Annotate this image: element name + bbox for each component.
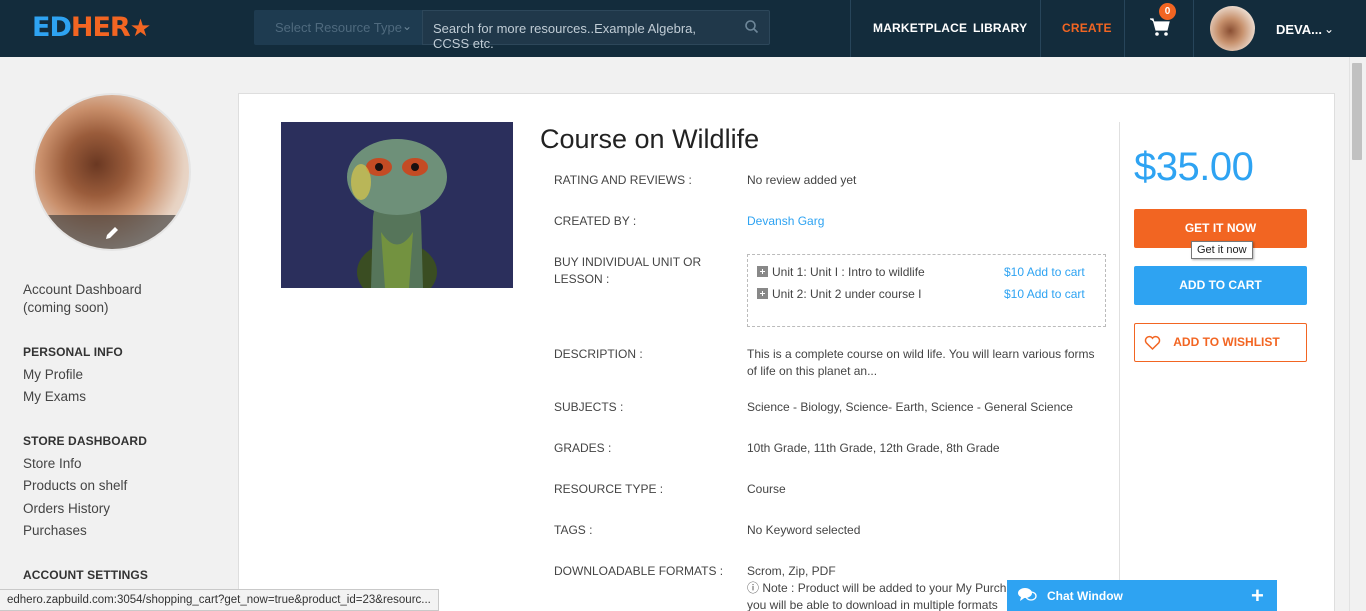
formats-value: Scrom, Zip, PDF <box>747 564 836 578</box>
edhero-logo[interactable]: EDHER★ <box>32 12 151 43</box>
logo-hero-text: HER <box>70 12 131 43</box>
label-resource-type: RESOURCE TYPE : <box>554 482 664 496</box>
sidebar-heading-store-dashboard: STORE DASHBOARD <box>23 434 147 448</box>
label-downloadable-formats: DOWNLOADABLE FORMATS : <box>554 564 724 578</box>
formats-note-line-2: you will be able to download in multiple… <box>747 598 998 611</box>
unit-add-to-cart-link[interactable]: $10 Add to cart <box>1004 265 1085 279</box>
nav-create[interactable]: CREATE <box>1062 21 1112 35</box>
unit-item[interactable]: Unit 2: Unit 2 under course I <box>757 287 921 301</box>
chat-expand-plus-icon[interactable]: + <box>1251 583 1264 609</box>
logo-star-icon: ★ <box>129 14 151 42</box>
label-rating: RATING AND REVIEWS : <box>554 173 692 187</box>
get-it-now-tooltip: Get it now <box>1191 241 1253 259</box>
search-input[interactable]: Search for more resources..Example Algeb… <box>433 21 733 51</box>
cart-count-badge: 0 <box>1159 3 1176 20</box>
search-icon[interactable] <box>743 18 761 36</box>
unit-name: Unit 1: Unit I : Intro to wildlife <box>772 265 925 279</box>
formats-note-line-1: ⓘ Note : Product will be added to your M… <box>747 580 1006 597</box>
chevron-down-icon: ⌄ <box>401 19 412 33</box>
chevron-down-icon[interactable]: ⌄ <box>1324 22 1334 36</box>
chat-window-label[interactable]: Chat Window <box>1047 589 1123 603</box>
browser-status-url: edhero.zapbuild.com:3054/shopping_cart?g… <box>0 589 439 611</box>
scrollbar-thumb[interactable] <box>1352 63 1362 160</box>
course-price: $35.00 <box>1134 145 1254 189</box>
purchase-divider <box>1119 122 1120 611</box>
chat-bubbles-icon <box>1018 588 1037 601</box>
heart-icon <box>1144 335 1161 351</box>
sidebar-item-account-dashboard[interactable]: Account Dashboard <box>23 281 142 299</box>
label-subjects: SUBJECTS : <box>554 400 624 414</box>
sidebar-heading-account-settings: ACCOUNT SETTINGS <box>23 568 148 582</box>
nav-library[interactable]: LIBRARY <box>973 21 1027 35</box>
sidebar-coming-soon-note: (coming soon) <box>23 300 109 315</box>
formats-note-text: Note : Product will be added to your My … <box>762 581 1007 595</box>
nav-divider <box>1124 0 1125 57</box>
rating-value: No review added yet <box>747 173 857 187</box>
label-grades: GRADES : <box>554 441 612 455</box>
resource-type-select[interactable]: Select Resource Type ⌄ <box>254 10 422 45</box>
nav-divider <box>1193 0 1194 57</box>
resource-type-placeholder: Select Resource Type <box>275 20 402 35</box>
search-bar[interactable]: Search for more resources..Example Algeb… <box>422 10 770 51</box>
description-line-2: of life on this planet an... <box>747 364 878 378</box>
label-created-by: CREATED BY : <box>554 214 637 228</box>
resource-type-value: Course <box>747 482 786 496</box>
nav-divider <box>1040 0 1041 57</box>
sidebar-item-my-profile[interactable]: My Profile <box>23 366 83 384</box>
label-description: DESCRIPTION : <box>554 347 643 361</box>
user-name[interactable]: DEVA... <box>1276 22 1322 37</box>
sidebar-item-my-exams[interactable]: My Exams <box>23 388 86 406</box>
label-buy-individual: BUY INDIVIDUAL UNIT OR <box>554 255 702 269</box>
grades-value: 10th Grade, 11th Grade, 12th Grade, 8th … <box>747 441 1000 455</box>
sidebar-item-purchases[interactable]: Purchases <box>23 522 87 540</box>
sidebar-heading-personal-info: PERSONAL INFO <box>23 345 123 359</box>
course-thumbnail-image <box>281 122 513 288</box>
description-line-1: This is a complete course on wild life. … <box>747 347 1095 361</box>
sidebar-item-products-on-shelf[interactable]: Products on shelf <box>23 477 127 495</box>
user-avatar[interactable] <box>1210 6 1255 51</box>
unit-name: Unit 2: Unit 2 under course I <box>772 287 922 301</box>
logo-ed-text: ED <box>32 12 72 43</box>
unit-add-to-cart-link[interactable]: $10 Add to cart <box>1004 287 1085 301</box>
info-icon: ⓘ <box>747 581 763 595</box>
sidebar-item-store-info[interactable]: Store Info <box>23 455 82 473</box>
plus-box-icon[interactable] <box>757 288 768 299</box>
sidebar-item-orders-history[interactable]: Orders History <box>23 500 110 518</box>
tags-value: No Keyword selected <box>747 523 861 537</box>
label-tags: TAGS : <box>554 523 593 537</box>
unit-item[interactable]: Unit 1: Unit I : Intro to wildlife <box>757 265 925 279</box>
label-buy-individual-2: LESSON : <box>554 272 610 286</box>
pencil-icon[interactable] <box>103 224 121 242</box>
plus-box-icon[interactable] <box>757 266 768 277</box>
subjects-value: Science - Biology, Science- Earth, Scien… <box>747 400 1073 414</box>
add-to-cart-button[interactable]: ADD TO CART <box>1134 266 1307 305</box>
creator-link[interactable]: Devansh Garg <box>747 213 824 230</box>
nav-divider <box>850 0 851 57</box>
course-title: Course on Wildlife <box>540 124 760 154</box>
nav-marketplace[interactable]: MARKETPLACE <box>873 21 967 35</box>
